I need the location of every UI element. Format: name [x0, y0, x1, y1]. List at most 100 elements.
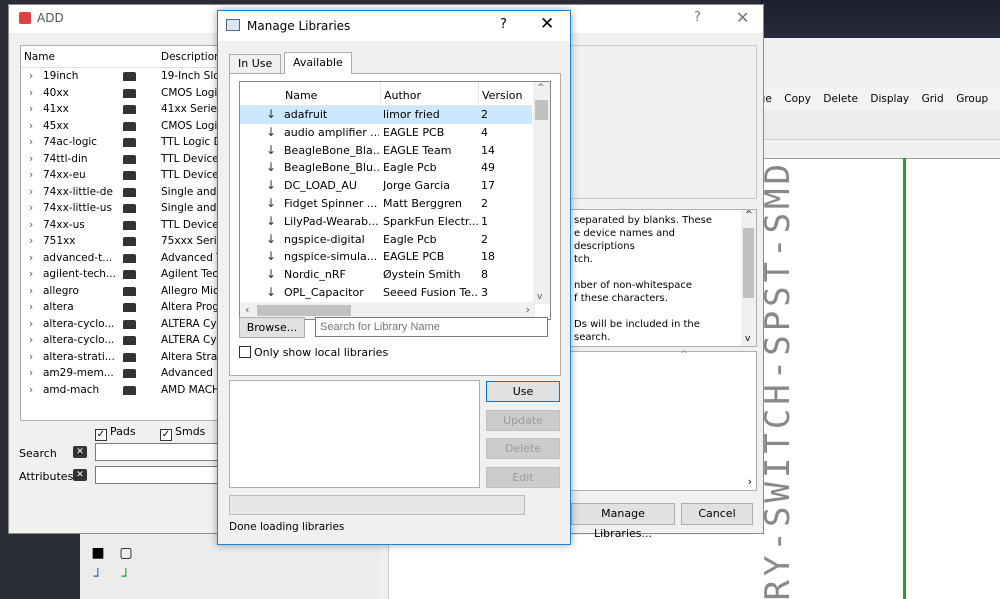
clear-attributes-icon[interactable]: ✕	[73, 469, 87, 481]
chevron-right-icon[interactable]: ›	[29, 184, 33, 201]
chevron-right-icon[interactable]: ›	[29, 217, 33, 234]
only-local-checkbox[interactable]: Only show local libraries	[239, 346, 388, 359]
library-tree-row[interactable]: › 74xx-us TTL Devices,	[21, 217, 219, 234]
scroll-thumb[interactable]	[257, 305, 351, 316]
download-icon[interactable]: ↓	[266, 195, 276, 213]
library-tree-row[interactable]: › altera-cyclo... ALTERA Cy	[21, 316, 219, 333]
tab-in-use[interactable]: In Use	[229, 54, 282, 73]
chevron-right-icon[interactable]: ›	[29, 299, 33, 316]
chevron-right-icon[interactable]: ›	[29, 316, 33, 333]
library-tree-row[interactable]: › 45xx CMOS Logi	[21, 118, 219, 135]
chevron-right-icon[interactable]: ›	[29, 332, 33, 349]
chevron-right-icon[interactable]: ›	[29, 151, 33, 168]
library-table-row[interactable]: ↓ OPL_Capacitor Seeed Fusion Te... 3	[240, 284, 532, 302]
library-table-row[interactable]: ↓ DC_LOAD_AU Jorge Garcia 17	[240, 177, 532, 195]
library-tree-row[interactable]: › amd-mach AMD MACH4	[21, 382, 219, 399]
library-table-row[interactable]: ↓ audio amplifier ... EAGLE PCB 4	[240, 124, 532, 142]
download-icon[interactable]: ↓	[266, 124, 276, 142]
close-icon[interactable]: ✕	[736, 8, 749, 27]
attributes-input[interactable]	[95, 466, 220, 484]
download-icon[interactable]: ↓	[266, 231, 276, 249]
download-icon[interactable]: ↓	[266, 142, 276, 160]
column-version[interactable]: Version	[482, 89, 522, 102]
download-icon[interactable]: ↓	[266, 266, 276, 284]
library-tree-row[interactable]: › 74xx-little-de Single and D	[21, 184, 219, 201]
scroll-down-icon[interactable]: v	[537, 292, 542, 302]
library-tree-row[interactable]: › altera Altera Progr	[21, 299, 219, 316]
chevron-right-icon[interactable]: ›	[29, 118, 33, 135]
column-divider[interactable]	[380, 82, 381, 106]
library-table-row[interactable]: ↓ Fidget Spinner ... Matt Berggren 2	[240, 195, 532, 213]
menu-group[interactable]: Group	[956, 88, 988, 110]
download-icon[interactable]: ↓	[266, 106, 276, 124]
scroll-right-icon[interactable]: ›	[526, 303, 530, 316]
library-table[interactable]: Name ^ Author Version ↓ adafruit limor fri…	[239, 81, 551, 320]
library-tree-row[interactable]: › advanced-t... Advanced Te	[21, 250, 219, 267]
library-table-row[interactable]: ↓ BeagleBone_Bla... EAGLE Team 14	[240, 142, 532, 160]
menu-copy[interactable]: Copy	[784, 88, 811, 110]
clear-search-icon[interactable]: ✕	[73, 446, 87, 458]
library-tree-row[interactable]: › 40xx CMOS Logi	[21, 85, 219, 102]
library-table-row[interactable]: ↓ Nordic_nRF Øystein Smith 8	[240, 266, 532, 284]
description-scrollbar[interactable]: ^ v	[741, 210, 756, 346]
library-tree-row[interactable]: › altera-cyclo... ALTERA Cy	[21, 332, 219, 349]
column-name[interactable]: Name	[24, 51, 55, 63]
download-icon[interactable]: ↓	[266, 159, 276, 177]
chevron-right-icon[interactable]: ›	[29, 167, 33, 184]
library-tree-row[interactable]: › 41xx 41xx Series	[21, 101, 219, 118]
download-icon[interactable]: ↓	[266, 177, 276, 195]
chevron-right-icon[interactable]: ›	[29, 101, 33, 118]
close-icon[interactable]: ✕	[540, 14, 554, 34]
library-tree[interactable]: Name ^ Description › 19inch 19-Inch Slo › 40…	[20, 45, 220, 421]
help-button[interactable]: ?	[500, 17, 507, 32]
collapse-up-icon[interactable]: ^	[680, 350, 688, 360]
delete-button[interactable]: Delete	[486, 438, 560, 459]
chevron-right-icon[interactable]: ›	[29, 250, 33, 267]
library-table-row[interactable]: ↓ LilyPad-Wearab... SparkFun Electr... 1	[240, 213, 532, 231]
library-tree-row[interactable]: › altera-strati... Altera Strat	[21, 349, 219, 366]
library-search-input[interactable]	[315, 317, 548, 337]
manage-libraries-button[interactable]: Manage Libraries...	[571, 503, 675, 540]
update-button[interactable]: Update	[486, 410, 560, 431]
chevron-right-icon[interactable]: ›	[29, 349, 33, 366]
library-table-row[interactable]: ↓ BeagleBone_Blu... Eagle Pcb 49	[240, 159, 532, 177]
scroll-thumb[interactable]	[743, 228, 754, 298]
download-icon[interactable]: ↓	[266, 213, 276, 231]
pads-checkbox[interactable]: ✓ Pads	[95, 425, 136, 441]
scroll-left-icon[interactable]: ‹	[245, 303, 249, 316]
library-tree-row[interactable]: › agilent-tech... Agilent Tec	[21, 266, 219, 283]
library-tree-row[interactable]: › 74ac-logic TTL Logic De	[21, 134, 219, 151]
column-divider[interactable]	[478, 82, 479, 106]
library-table-row[interactable]: ↓ ngspice-digital Eagle Pcb 2	[240, 231, 532, 249]
menu-display[interactable]: Display	[870, 88, 909, 110]
tab-available[interactable]: Available	[284, 52, 352, 74]
cancel-button[interactable]: Cancel	[681, 503, 753, 525]
library-tree-row[interactable]: › 74xx-eu TTL Devices,	[21, 167, 219, 184]
smds-checkbox[interactable]: ✓ Smds	[160, 425, 205, 441]
menu-delete[interactable]: Delete	[823, 88, 858, 110]
chevron-right-icon[interactable]: ›	[29, 200, 33, 217]
download-icon[interactable]: ↓	[266, 248, 276, 266]
chevron-right-icon[interactable]: ›	[29, 382, 33, 399]
chevron-right-icon[interactable]: ›	[29, 233, 33, 250]
library-table-row[interactable]: ↓ ngspice-simula... EAGLE PCB 18	[240, 248, 532, 266]
chevron-right-icon[interactable]: ›	[29, 365, 33, 382]
library-tree-row[interactable]: › allegro Allegro Mic	[21, 283, 219, 300]
outline-shape-icon[interactable]: ▢	[118, 545, 134, 561]
library-tree-row[interactable]: › 19inch 19-Inch Slo	[21, 68, 219, 85]
search-input[interactable]	[95, 443, 220, 461]
chevron-right-icon[interactable]: ›	[29, 134, 33, 151]
library-tree-row[interactable]: › 74ttl-din TTL Device	[21, 151, 219, 168]
library-table-row[interactable]: ↓ adafruit limor fried 2	[240, 106, 532, 124]
column-name[interactable]: Name	[285, 89, 317, 102]
library-tree-row[interactable]: › 751xx 75xxx Series	[21, 233, 219, 250]
scroll-up-icon[interactable]: ^	[745, 210, 753, 220]
chevron-right-icon[interactable]: ›	[29, 283, 33, 300]
green-wire-icon[interactable]: ┘	[118, 569, 134, 585]
use-button[interactable]: Use	[486, 381, 560, 402]
scroll-down-icon[interactable]: v	[745, 334, 750, 344]
scroll-right-icon[interactable]: ›	[748, 475, 752, 488]
fill-square-icon[interactable]: ■	[90, 545, 106, 561]
chevron-right-icon[interactable]: ›	[29, 266, 33, 283]
library-tree-row[interactable]: › am29-mem... Advanced M	[21, 365, 219, 382]
